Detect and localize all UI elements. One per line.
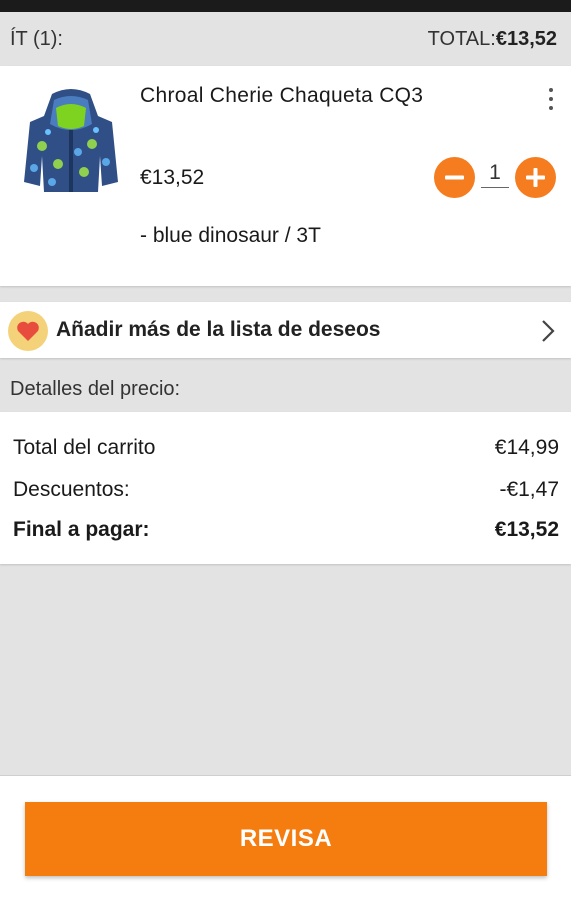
product-image[interactable] [22, 86, 120, 198]
price-line-discounts: Descuentos: -€1,47 [13, 478, 559, 502]
price-label: Final a pagar: [13, 518, 150, 541]
chevron-right-icon [538, 318, 558, 344]
price-details-card: Total del carrito €14,99 Descuentos: -€1… [0, 412, 571, 564]
cart-summary-bar: ÍT (1): TOTAL:€13,52 [0, 12, 571, 66]
more-vertical-icon[interactable] [540, 86, 562, 112]
price-details-title: Detalles del precio: [10, 378, 181, 400]
total-label: TOTAL: [427, 27, 496, 50]
increase-quantity-button[interactable] [515, 157, 556, 198]
heart-icon [8, 311, 48, 351]
quantity-stepper: 1 [434, 157, 556, 198]
status-bar [0, 0, 571, 12]
cart-total: TOTAL:€13,52 [428, 28, 557, 51]
checkout-button[interactable]: REVISA [25, 802, 547, 876]
price-line-cart-total: Total del carrito €14,99 [13, 436, 559, 460]
minus-icon [445, 175, 464, 180]
add-from-wishlist-row[interactable]: Añadir más de la lista de deseos [0, 302, 571, 358]
product-variant: - blue dinosaur / 3T [140, 224, 321, 247]
price-line-final: Final a pagar: €13,52 [13, 518, 559, 542]
price-label: Descuentos: [13, 478, 130, 501]
price-value: -€1,47 [499, 478, 559, 501]
price-value: €13,52 [494, 518, 559, 541]
price-value: €14,99 [494, 436, 559, 459]
wishlist-label: Añadir más de la lista de deseos [56, 318, 381, 341]
plus-icon [526, 168, 545, 187]
decrease-quantity-button[interactable] [434, 157, 475, 198]
checkout-bar: REVISA [0, 775, 571, 901]
product-name[interactable]: Chroal Cherie Chaqueta CQ3 [140, 84, 423, 108]
items-count-label: ÍT (1): [10, 27, 63, 50]
cart-item-card: Chroal Cherie Chaqueta CQ3 €13,52 1 - bl… [0, 66, 571, 286]
price-label: Total del carrito [13, 436, 156, 459]
product-price: €13,52 [140, 166, 205, 189]
quantity-value[interactable]: 1 [481, 161, 509, 188]
total-value: €13,52 [495, 27, 557, 50]
